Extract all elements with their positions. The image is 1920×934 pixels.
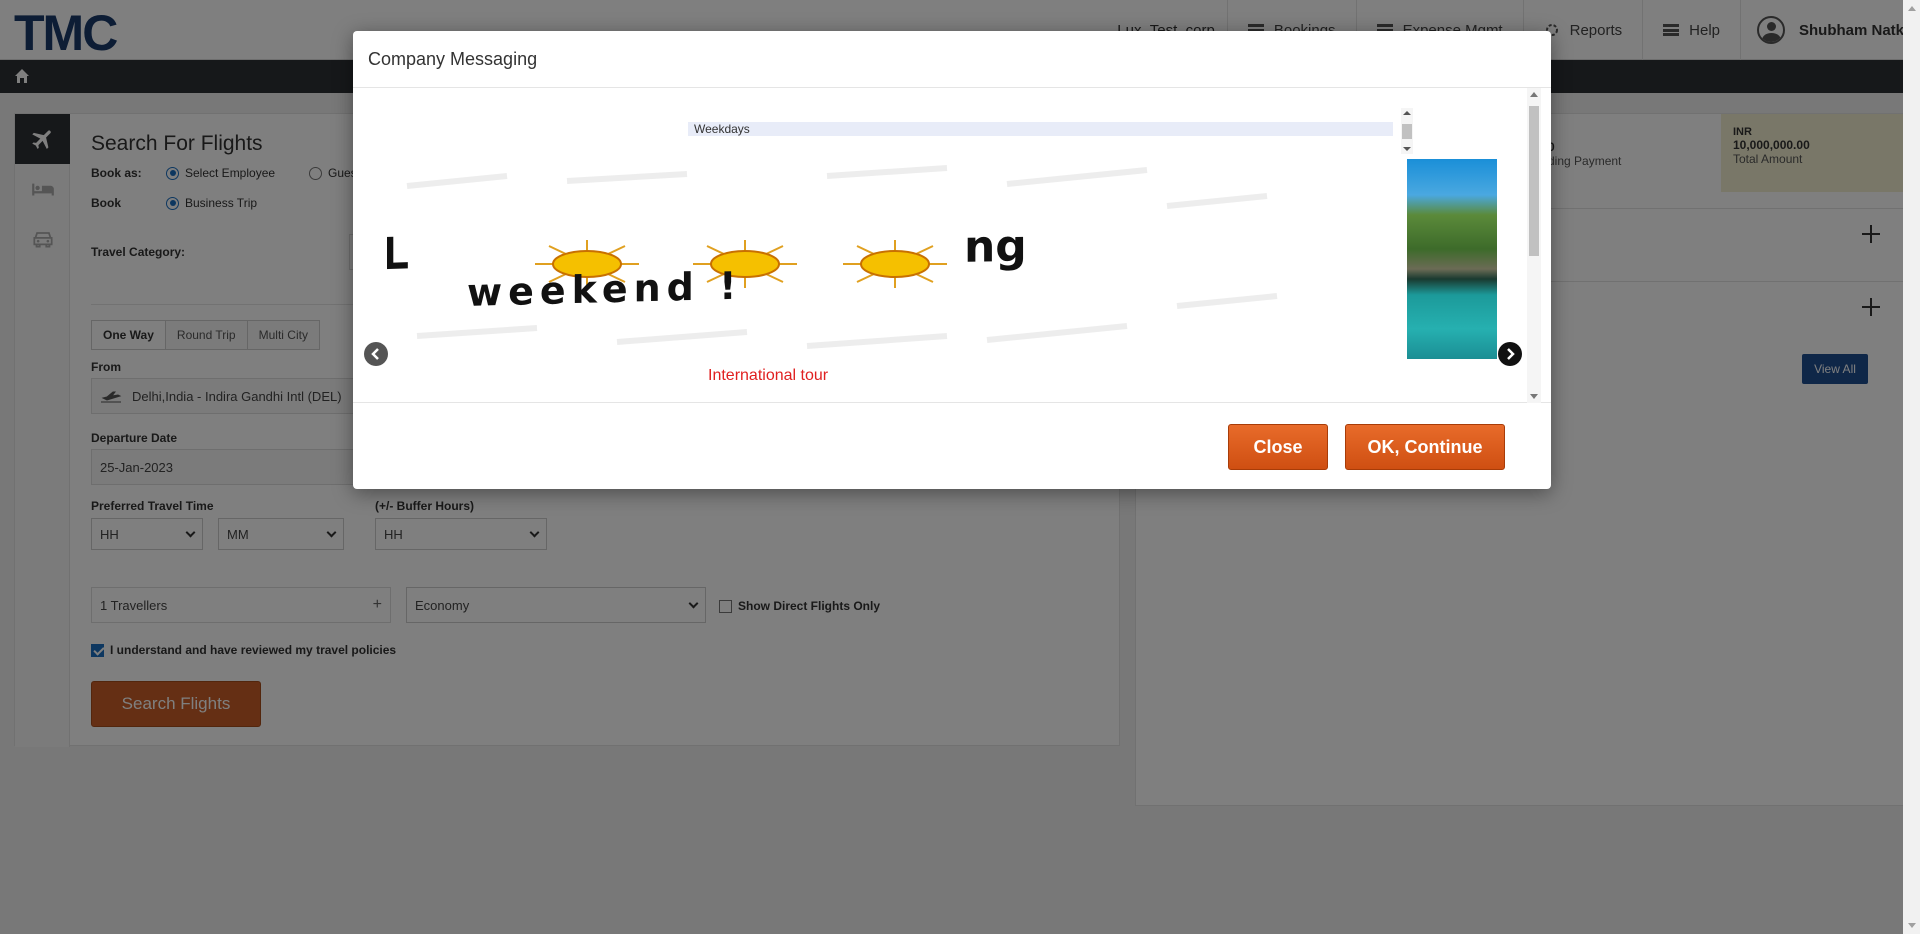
modal-title: Company Messaging bbox=[353, 31, 1551, 88]
beach-photo-image bbox=[1407, 159, 1497, 359]
company-messaging-modal: Company Messaging Weekdays L ng weekend … bbox=[353, 31, 1551, 489]
chevron-right-icon bbox=[1507, 348, 1515, 360]
list-item[interactable]: Weekdays bbox=[688, 122, 1393, 136]
chevron-left-icon bbox=[371, 348, 379, 360]
list-scrollbar[interactable] bbox=[1401, 108, 1413, 154]
modal-body: Weekdays L ng weekend ! International to… bbox=[353, 88, 1551, 403]
scroll-down-icon[interactable] bbox=[1530, 394, 1538, 399]
svg-text:L: L bbox=[387, 228, 409, 280]
scroll-thumb[interactable] bbox=[1529, 106, 1539, 256]
svg-text:ng: ng bbox=[964, 221, 1027, 273]
scroll-up-icon[interactable] bbox=[1403, 111, 1411, 115]
long-weekend-banner-image: L ng weekend ! bbox=[387, 165, 1278, 349]
modal-footer: Close OK, Continue bbox=[353, 404, 1551, 489]
scroll-down-icon[interactable] bbox=[1403, 147, 1411, 151]
scroll-down-icon[interactable] bbox=[1908, 923, 1916, 928]
modal-scrollbar[interactable] bbox=[1527, 88, 1541, 403]
scroll-up-icon[interactable] bbox=[1908, 6, 1916, 11]
message-list[interactable]: Weekdays bbox=[688, 108, 1413, 154]
page-scrollbar[interactable] bbox=[1903, 0, 1920, 934]
slide-caption: International tour bbox=[708, 367, 829, 384]
scroll-up-icon[interactable] bbox=[1530, 92, 1538, 97]
svg-text:weekend !: weekend ! bbox=[467, 264, 742, 315]
carousel-prev-button[interactable] bbox=[364, 342, 388, 366]
ok-continue-button[interactable]: OK, Continue bbox=[1345, 424, 1505, 470]
carousel-next-button[interactable] bbox=[1498, 342, 1522, 366]
close-button[interactable]: Close bbox=[1228, 424, 1328, 470]
scroll-thumb[interactable] bbox=[1402, 124, 1412, 139]
